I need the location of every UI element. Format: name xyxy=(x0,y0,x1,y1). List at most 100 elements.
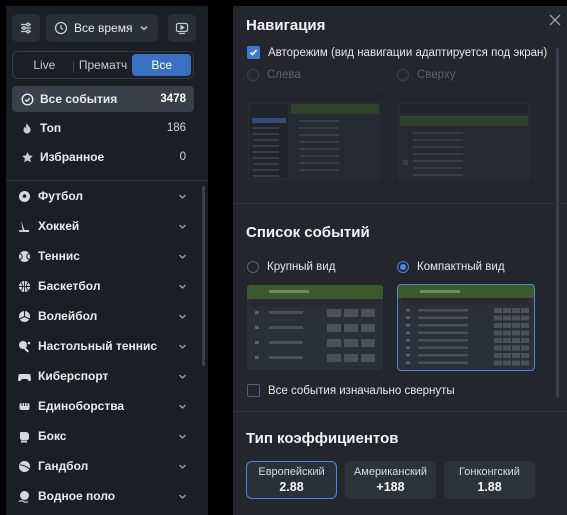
sidebar-item-label: Хоккей xyxy=(38,219,80,233)
sidebar-item-label: Водное поло xyxy=(38,489,116,503)
star-icon xyxy=(20,150,34,164)
quick-item-count: 186 xyxy=(166,122,186,134)
odds-format-value: 1.88 xyxy=(477,480,502,494)
section-divider xyxy=(233,411,567,412)
nav-top-preview xyxy=(397,94,531,180)
sidebar-item-sport[interactable]: Баскетбол xyxy=(12,271,194,301)
preview-graphic xyxy=(398,285,534,370)
tab-prematch[interactable]: Прематч xyxy=(74,54,133,76)
sidebar-item-sport[interactable]: Настольный теннис xyxy=(12,331,194,361)
handball-icon xyxy=(19,460,30,472)
sidebar: Все время Live Прематч Все Все события 3… xyxy=(6,6,208,515)
sidebar-scrollbar[interactable] xyxy=(202,186,205,366)
quick-item-count: 3478 xyxy=(160,93,186,105)
large-view-label: Крупный вид xyxy=(267,261,336,273)
settings-panel: Навигация Авторежим (вид навигации адапт… xyxy=(233,6,567,515)
sidebar-item-label: Волейбол xyxy=(38,309,98,323)
tab-label: Все xyxy=(151,58,173,72)
collapse-all-checkbox[interactable]: Все события изначально свернуты xyxy=(247,384,455,397)
quick-item-all-events[interactable]: Все события 3478 xyxy=(12,86,194,112)
chevron-down-icon xyxy=(179,314,186,319)
auto-mode-checkbox[interactable]: Авторежим (вид навигации адаптируется по… xyxy=(247,46,547,59)
nav-top-radio[interactable]: Сверху xyxy=(397,69,455,81)
list-icon xyxy=(20,92,34,106)
quick-item-count: 0 xyxy=(179,151,186,163)
sidebar-item-label: Теннис xyxy=(38,249,80,263)
checkbox-unchecked-icon xyxy=(247,384,260,397)
sidebar-toolbar: Все время xyxy=(12,14,202,42)
odds-format-value: +188 xyxy=(376,480,405,494)
radio-icon xyxy=(397,69,409,81)
sidebar-item-sport[interactable]: Единоборства xyxy=(12,391,194,421)
chevron-down-icon xyxy=(179,464,186,469)
time-filter-select[interactable]: Все время xyxy=(46,14,158,42)
chevron-down-icon xyxy=(179,284,186,289)
odds-american-card[interactable]: Американский +188 xyxy=(345,461,436,499)
volleyball-icon xyxy=(19,310,30,322)
sports-list: Футбол Хоккей Теннис Баскетбол Волейбол Насто… xyxy=(12,181,194,511)
time-filter-value: Все время xyxy=(74,21,133,35)
tab-all[interactable]: Все xyxy=(132,54,192,76)
chevron-down-icon xyxy=(179,344,186,349)
sidebar-item-label: Футбол xyxy=(38,189,84,203)
sidebar-item-sport[interactable]: Хоккей xyxy=(12,211,194,241)
radio-selected-icon xyxy=(397,261,409,273)
quick-item-label: Избранное xyxy=(40,150,105,164)
sidebar-item-label: Гандбол xyxy=(38,459,89,473)
chevron-down-icon xyxy=(179,194,186,199)
preview-graphic xyxy=(397,94,531,180)
compact-view-preview[interactable] xyxy=(397,284,535,371)
event-mode-tabs: Live Прематч Все xyxy=(12,51,194,79)
sidebar-item-sport[interactable]: Бокс xyxy=(12,421,194,451)
boxing-glove-icon xyxy=(20,431,29,442)
basketball-icon xyxy=(19,280,30,292)
chevron-down-icon xyxy=(179,494,186,499)
table-tennis-icon xyxy=(19,340,31,352)
odds-european-card[interactable]: Европейский 2.88 xyxy=(246,461,337,499)
large-view-preview[interactable] xyxy=(247,285,383,370)
odds-hongkong-card[interactable]: Гонконгский 1.88 xyxy=(444,461,535,499)
chevron-down-icon xyxy=(179,404,186,409)
sidebar-item-sport[interactable]: Гандбол xyxy=(12,451,194,481)
sidebar-item-sport[interactable]: Футбол xyxy=(12,181,194,211)
nav-left-radio[interactable]: Слева xyxy=(247,69,301,81)
chevron-down-icon xyxy=(140,26,148,31)
filter-settings-button[interactable] xyxy=(12,14,40,42)
video-icon xyxy=(175,22,189,35)
nav-left-label: Слева xyxy=(267,69,301,81)
tab-label: Прематч xyxy=(78,58,128,72)
sidebar-item-label: Бокс xyxy=(38,429,67,443)
sidebar-item-label: Единоборства xyxy=(38,399,125,413)
gamepad-icon xyxy=(18,373,31,381)
odds-format-label: Европейский xyxy=(258,466,325,478)
quick-filters: Все события 3478 Топ 186 Избранное 0 xyxy=(12,86,194,173)
sliders-icon xyxy=(21,22,31,34)
collapse-all-label: Все события изначально свернуты xyxy=(268,384,455,397)
large-view-radio[interactable]: Крупный вид xyxy=(247,261,335,273)
odds-title: Тип коэффициентов xyxy=(246,430,399,447)
video-button[interactable] xyxy=(168,14,196,42)
fist-icon xyxy=(19,402,30,410)
close-icon[interactable] xyxy=(549,14,561,26)
section-divider xyxy=(233,203,567,204)
quick-item-favorites[interactable]: Избранное 0 xyxy=(12,144,194,170)
odds-format-label: Американский xyxy=(353,466,428,478)
sidebar-item-sport[interactable]: Волейбол xyxy=(12,301,194,331)
tennis-icon xyxy=(19,250,30,262)
navigation-title: Навигация xyxy=(246,17,326,34)
chevron-down-icon xyxy=(179,434,186,439)
football-icon xyxy=(19,190,30,202)
quick-item-top[interactable]: Топ 186 xyxy=(12,115,194,141)
compact-view-label: Компактный вид xyxy=(417,261,505,273)
settings-scrollbar[interactable] xyxy=(556,48,559,398)
fire-icon xyxy=(20,121,34,135)
sidebar-item-sport[interactable]: Теннис xyxy=(12,241,194,271)
radio-icon xyxy=(247,261,259,273)
sidebar-item-sport[interactable]: Водное поло xyxy=(12,481,194,511)
clock-icon xyxy=(54,21,68,35)
compact-view-radio[interactable]: Компактный вид xyxy=(397,261,505,273)
tab-live[interactable]: Live xyxy=(15,54,74,76)
sidebar-item-sport[interactable]: Киберспорт xyxy=(12,361,194,391)
hockey-icon xyxy=(19,220,29,232)
quick-item-label: Все события xyxy=(40,92,118,106)
